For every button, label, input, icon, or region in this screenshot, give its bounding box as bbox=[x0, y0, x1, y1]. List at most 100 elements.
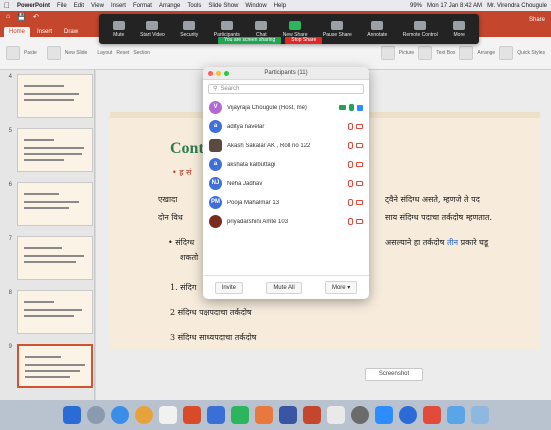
participants-button[interactable]: Participants bbox=[214, 20, 240, 38]
slide-line[interactable]: एखादा bbox=[158, 194, 177, 205]
menu-arrange[interactable]: Arrange bbox=[159, 3, 180, 9]
arrange-icon[interactable] bbox=[459, 46, 474, 60]
new-share-button[interactable]: New Share bbox=[283, 20, 307, 38]
layout-label[interactable]: Layout bbox=[97, 50, 112, 56]
thumbnail-row[interactable]: 4 bbox=[4, 74, 93, 118]
close-icon[interactable] bbox=[208, 71, 213, 76]
participant-row[interactable]: PM Pooja Mahalmar 13 bbox=[203, 193, 369, 212]
participant-row[interactable]: Akash Sakalar AK , Roll no 122 bbox=[203, 136, 369, 155]
slide-thumbnail-active[interactable] bbox=[17, 344, 93, 388]
more-options-button[interactable]: More ▾ bbox=[324, 281, 358, 294]
numbers-icon[interactable] bbox=[230, 406, 249, 424]
chat-button[interactable]: Chat bbox=[255, 20, 268, 38]
save-icon[interactable]: 💾 bbox=[17, 13, 26, 21]
menu-format[interactable]: Format bbox=[133, 3, 152, 9]
acrobat-icon[interactable] bbox=[422, 406, 441, 424]
microphone-muted-icon[interactable] bbox=[348, 218, 353, 225]
word-icon[interactable] bbox=[278, 406, 297, 424]
participant-row[interactable]: priyadarshini Amte 103 bbox=[203, 212, 369, 231]
slide-thumbnail[interactable] bbox=[17, 236, 93, 280]
video-on-icon[interactable] bbox=[339, 105, 346, 110]
more-button[interactable]: More bbox=[453, 20, 466, 38]
trash-icon[interactable] bbox=[470, 406, 489, 424]
books-icon[interactable] bbox=[182, 406, 201, 424]
maximize-icon[interactable] bbox=[224, 71, 229, 76]
calendar-icon[interactable] bbox=[158, 406, 177, 424]
powerpoint-icon[interactable] bbox=[302, 406, 321, 424]
slide-title[interactable]: Cont bbox=[170, 140, 204, 158]
folder-icon[interactable] bbox=[446, 406, 465, 424]
video-off-icon[interactable] bbox=[356, 200, 363, 205]
pages-icon[interactable] bbox=[254, 406, 273, 424]
chrome-icon[interactable] bbox=[134, 406, 153, 424]
slide-thumbnail[interactable] bbox=[17, 182, 93, 226]
video-off-icon[interactable] bbox=[356, 219, 363, 224]
picture-icon[interactable] bbox=[380, 46, 395, 60]
slide-thumbnail[interactable] bbox=[17, 290, 93, 334]
menu-window[interactable]: Window bbox=[245, 3, 266, 9]
thumbnail-row-active[interactable]: 9 bbox=[4, 344, 93, 388]
undo-icon[interactable]: ↶ bbox=[33, 13, 39, 21]
annotate-button[interactable]: Annotate bbox=[367, 20, 387, 38]
remote-control-button[interactable]: Remote Control bbox=[403, 20, 438, 38]
minimize-icon[interactable] bbox=[216, 71, 221, 76]
user-name[interactable]: Mr. Virendra Chougule bbox=[487, 3, 547, 9]
slide-line[interactable]: ट्वैने संदिग्ध असते, म्हणजे ते पद bbox=[385, 194, 480, 205]
menu-insert[interactable]: Insert bbox=[111, 3, 126, 9]
battery-indicator[interactable]: 99% bbox=[410, 3, 422, 9]
screenshot-button[interactable]: Screenshot bbox=[365, 368, 423, 381]
menu-file[interactable]: File bbox=[57, 3, 67, 9]
microphone-muted-icon[interactable] bbox=[348, 142, 353, 149]
participant-row[interactable]: V Vijayraja Chougule (Host, me) bbox=[203, 98, 369, 117]
slide-line[interactable]: दोन विध bbox=[158, 212, 183, 223]
menu-tools[interactable]: Tools bbox=[187, 3, 201, 9]
microphone-on-icon[interactable] bbox=[349, 104, 354, 111]
reset-label[interactable]: Reset bbox=[116, 50, 129, 56]
tab-insert[interactable]: Insert bbox=[32, 27, 57, 37]
launchpad-icon[interactable] bbox=[86, 406, 105, 424]
system-preferences-icon[interactable] bbox=[350, 406, 369, 424]
video-off-icon[interactable] bbox=[356, 143, 363, 148]
security-button[interactable]: Security bbox=[180, 20, 198, 38]
stop-share-button[interactable]: Stop Share bbox=[285, 37, 323, 44]
microphone-muted-icon[interactable] bbox=[348, 180, 353, 187]
thumbnail-row[interactable]: 6 bbox=[4, 182, 93, 226]
share-button[interactable]: Share bbox=[529, 17, 545, 23]
menu-view[interactable]: View bbox=[91, 3, 104, 9]
clock[interactable]: Mon 17 Jan 8:42 AM bbox=[427, 3, 482, 9]
video-off-icon[interactable] bbox=[356, 124, 363, 129]
tab-home[interactable]: Home bbox=[4, 27, 31, 37]
slide-thumbnail[interactable] bbox=[17, 128, 93, 172]
app-store-icon[interactable] bbox=[398, 406, 417, 424]
video-off-icon[interactable] bbox=[356, 181, 363, 186]
slide-line[interactable]: असल्याने हा तर्कदोष तीन प्रकारे घडू bbox=[385, 237, 488, 248]
slide-list-item-3[interactable]: 3 संदिग्ध साध्यपदाचा तर्कदोष bbox=[170, 332, 256, 343]
slide-line[interactable]: शकतो bbox=[180, 252, 198, 263]
menu-help[interactable]: Help bbox=[274, 3, 286, 9]
participant-row[interactable]: a aditya navelar bbox=[203, 117, 369, 136]
preview-icon[interactable] bbox=[326, 406, 345, 424]
video-off-icon[interactable] bbox=[356, 162, 363, 167]
screen-sharing-indicator[interactable]: You are screen sharing bbox=[218, 37, 282, 44]
thumbnail-row[interactable]: 5 bbox=[4, 128, 93, 172]
new-slide-icon[interactable] bbox=[46, 46, 61, 60]
invite-button[interactable]: Invite bbox=[214, 281, 243, 294]
start-video-button[interactable]: Start Video bbox=[140, 20, 165, 38]
slide-bullet-1[interactable]: • ह्र सं bbox=[172, 167, 191, 178]
microphone-muted-icon[interactable] bbox=[348, 123, 353, 130]
slide-bullet-2[interactable]: • संदिग्ध bbox=[168, 237, 194, 248]
microphone-muted-icon[interactable] bbox=[348, 199, 353, 206]
tab-draw[interactable]: Draw bbox=[59, 27, 83, 37]
section-label[interactable]: Section bbox=[133, 50, 150, 56]
pause-share-button[interactable]: Pause Share bbox=[323, 20, 352, 38]
participant-row[interactable]: NJ Neha Jadhav bbox=[203, 174, 369, 193]
menu-slide-show[interactable]: Slide Show bbox=[208, 3, 238, 9]
slide-list-item-1[interactable]: 1. संदिग bbox=[170, 282, 196, 293]
participant-row[interactable]: a akshata kalbuttagi bbox=[203, 155, 369, 174]
participants-search-input[interactable]: ⚲ Search bbox=[208, 84, 364, 94]
thumbnail-row[interactable]: 8 bbox=[4, 290, 93, 334]
mute-button[interactable]: Mute bbox=[112, 20, 125, 38]
paste-icon[interactable] bbox=[6, 46, 20, 60]
text-box-icon[interactable] bbox=[418, 46, 433, 60]
keynote-icon[interactable] bbox=[206, 406, 225, 424]
